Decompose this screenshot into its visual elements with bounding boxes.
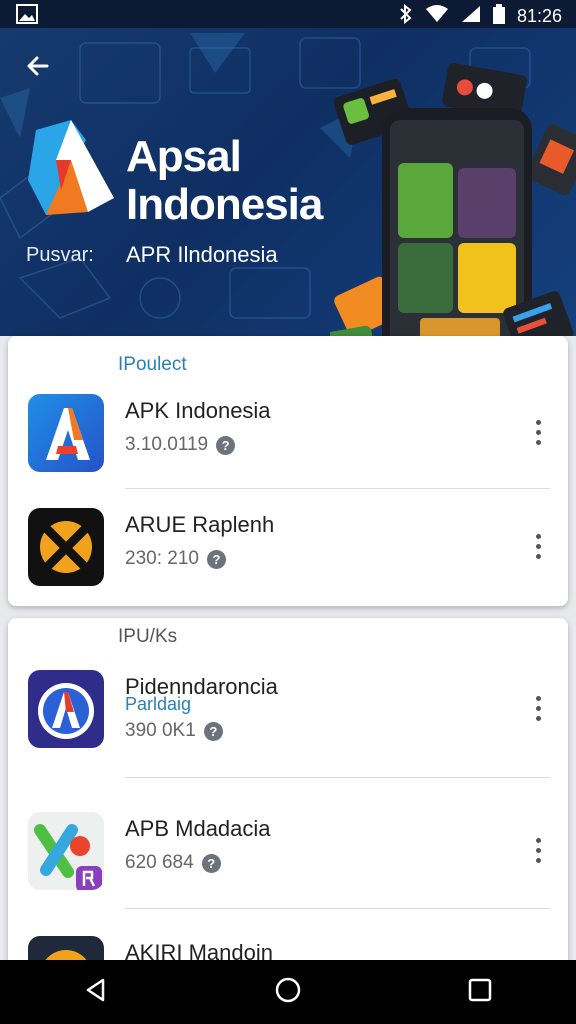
item-meta: 230: 210 ? bbox=[125, 548, 226, 570]
list-item[interactable]: ARUE Raplenh 230: 210 ? bbox=[8, 500, 568, 610]
subtitle-label: Pusvar: bbox=[26, 244, 94, 266]
kebab-dot bbox=[535, 847, 541, 853]
item-version: 230: 210 bbox=[125, 548, 199, 569]
divider bbox=[125, 488, 550, 489]
kebab-dot bbox=[535, 837, 541, 843]
kebab-dot bbox=[535, 533, 541, 539]
subtitle-value: APR Ilndonesia bbox=[126, 242, 278, 267]
battery-icon bbox=[492, 4, 505, 29]
more-options-button[interactable] bbox=[526, 830, 550, 870]
brand-logo bbox=[26, 120, 116, 225]
kebab-dot bbox=[535, 857, 541, 863]
item-meta: 390 0K1 ? bbox=[125, 720, 223, 742]
kebab-dot bbox=[535, 695, 541, 701]
nav-home-button[interactable] bbox=[260, 964, 316, 1020]
kebab-dot bbox=[535, 429, 541, 435]
item-title: APK Indonesia bbox=[125, 398, 271, 423]
item-title: ARUE Raplenh bbox=[125, 512, 275, 537]
help-icon[interactable]: ? bbox=[216, 435, 236, 455]
kebab-dot bbox=[535, 705, 541, 711]
kebab-dot bbox=[535, 543, 541, 549]
item-subtitle: Parldaig bbox=[125, 694, 192, 714]
bluetooth-icon bbox=[399, 3, 413, 29]
status-time: 81:26 bbox=[516, 6, 562, 26]
image-icon bbox=[16, 4, 38, 28]
item-version: 390 0K1 bbox=[125, 720, 196, 741]
kebab-dot bbox=[535, 439, 541, 445]
section-label-2: IPU/Ks bbox=[118, 626, 178, 647]
nav-recents-button[interactable] bbox=[452, 964, 508, 1020]
more-options-button[interactable] bbox=[526, 412, 550, 452]
section-card-1: IPoulect APK Indonesia 3.10.0119 ? ARUE … bbox=[8, 336, 568, 606]
divider bbox=[125, 908, 550, 909]
section-card-2: IPU/Ks Pidenndaroncia Parldaig 390 0K1 ? bbox=[8, 618, 568, 978]
status-bar: 81:26 bbox=[0, 0, 576, 28]
nav-recents-icon bbox=[468, 978, 492, 1007]
help-icon[interactable]: ? bbox=[203, 721, 223, 741]
item-version: 3.10.0119 bbox=[125, 434, 209, 455]
list-item[interactable]: APB Mdadacia 620 684 ? bbox=[8, 804, 568, 914]
kebab-dot bbox=[535, 715, 541, 721]
nav-home-icon bbox=[274, 976, 302, 1009]
nav-back-button[interactable] bbox=[68, 964, 124, 1020]
list-item[interactable]: APK Indonesia 3.10.0119 ? bbox=[8, 386, 568, 496]
system-nav-bar bbox=[0, 960, 576, 1024]
list-item[interactable]: Pidenndaroncia Parldaig 390 0K1 ? bbox=[8, 662, 568, 772]
kebab-dot bbox=[535, 419, 541, 425]
more-options-button[interactable] bbox=[526, 526, 550, 566]
back-button[interactable] bbox=[18, 48, 58, 88]
apk-a-logo-icon bbox=[28, 394, 104, 472]
header-banner: Apsal Indonesia Pusvar: APR Ilndonesia bbox=[0, 28, 576, 336]
kebab-dot bbox=[535, 553, 541, 559]
more-options-button[interactable] bbox=[526, 688, 550, 728]
x-logo-icon bbox=[28, 508, 104, 586]
help-icon[interactable]: ? bbox=[201, 853, 221, 873]
circle-a-logo-icon bbox=[28, 670, 104, 748]
xp-logo-icon bbox=[28, 812, 104, 890]
item-title: APB Mdadacia bbox=[125, 816, 271, 841]
divider bbox=[125, 777, 550, 778]
brand-line2: Indonesia bbox=[126, 180, 323, 229]
item-version: 620 684 bbox=[125, 852, 194, 873]
brand-line1: Apsal bbox=[126, 132, 242, 181]
nav-back-icon bbox=[83, 977, 109, 1008]
item-meta: 620 684 ? bbox=[125, 852, 221, 874]
section-label-1: IPoulect bbox=[118, 354, 187, 375]
back-arrow-icon bbox=[25, 53, 51, 84]
wifi-icon bbox=[425, 5, 449, 28]
help-icon[interactable]: ? bbox=[206, 549, 226, 569]
signal-icon bbox=[461, 5, 481, 28]
item-meta: 3.10.0119 ? bbox=[125, 434, 236, 456]
phone-illustration bbox=[326, 58, 576, 336]
